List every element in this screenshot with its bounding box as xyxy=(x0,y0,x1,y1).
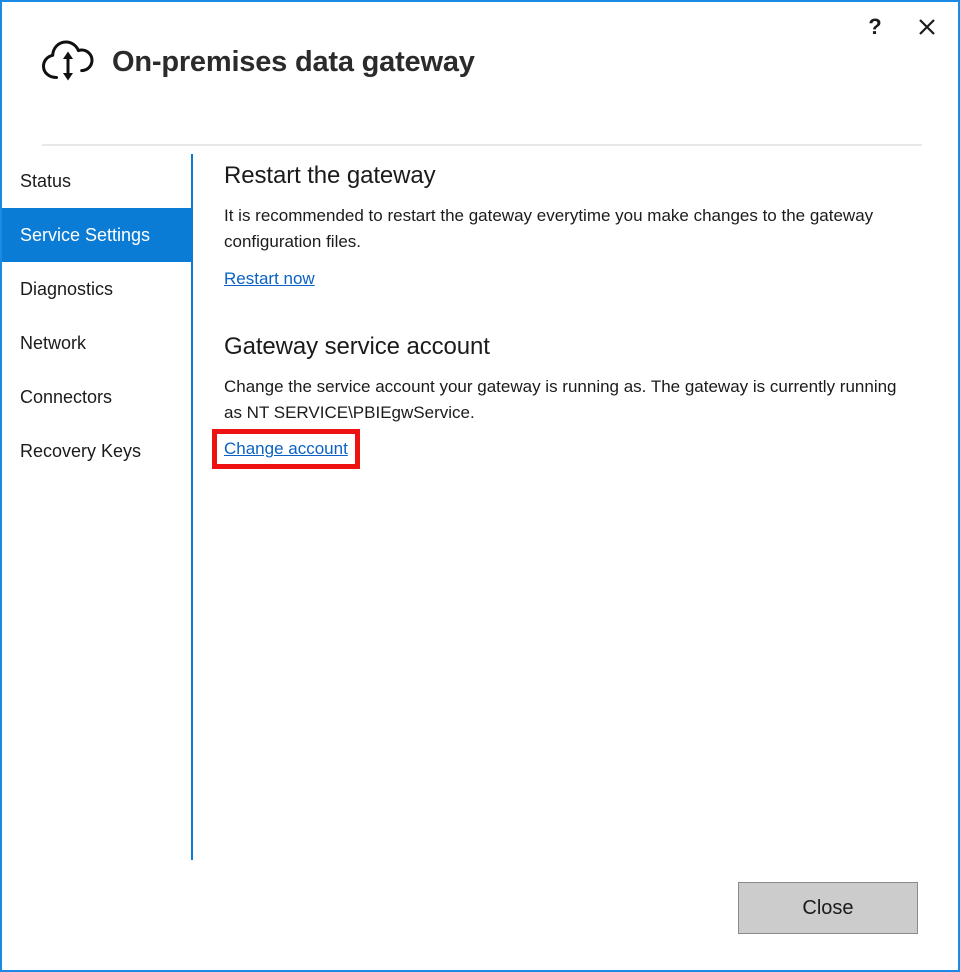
sidebar-navigation: Status Service Settings Diagnostics Netw… xyxy=(2,154,192,478)
sidebar-item-network[interactable]: Network xyxy=(2,316,192,370)
close-x-icon[interactable] xyxy=(910,10,944,44)
restart-now-link[interactable]: Restart now xyxy=(224,269,315,289)
sidebar-item-label: Service Settings xyxy=(20,224,151,245)
sidebar-item-label: Connectors xyxy=(20,386,113,407)
app-branding: On-premises data gateway xyxy=(40,36,475,88)
dialog-footer: Close xyxy=(2,860,958,970)
sidebar-item-label: Recovery Keys xyxy=(20,440,142,461)
cloud-sync-icon xyxy=(42,40,94,81)
title-bar: ? On-premises data gateway xyxy=(2,2,958,114)
sidebar-vertical-rule xyxy=(191,154,193,860)
sidebar-item-recovery-keys[interactable]: Recovery Keys xyxy=(2,424,192,478)
sidebar-item-service-settings[interactable]: Service Settings xyxy=(2,208,192,262)
service-account-heading: Gateway service account xyxy=(224,332,490,360)
sidebar-item-connectors[interactable]: Connectors xyxy=(2,370,192,424)
sidebar-item-label: Diagnostics xyxy=(20,278,114,299)
service-account-description: Change the service account your gateway … xyxy=(224,376,897,423)
header-divider xyxy=(42,144,922,146)
restart-description: It is recommended to restart the gateway… xyxy=(224,206,874,252)
close-x-glyph xyxy=(919,19,935,35)
sidebar-item-label: Status xyxy=(20,170,72,191)
window-controls: ? xyxy=(858,10,944,44)
change-account-highlight-wrapper: Change account xyxy=(212,429,360,470)
gateway-service-account-section: Gateway service account Change the servi… xyxy=(212,332,924,470)
sidebar-item-status[interactable]: Status xyxy=(2,154,192,208)
sidebar-item-diagnostics[interactable]: Diagnostics xyxy=(2,262,192,316)
page-title: On-premises data gateway xyxy=(112,45,475,78)
main-content: Restart the gateway It is recommended to… xyxy=(212,162,924,470)
change-account-link[interactable]: Change account xyxy=(224,439,348,459)
gateway-configuration-window: ? On-premises data gateway Status Servic… xyxy=(0,0,960,972)
restart-heading: Restart the gateway xyxy=(224,162,436,189)
restart-gateway-section: Restart the gateway It is recommended to… xyxy=(224,162,924,289)
sidebar-item-label: Network xyxy=(20,332,87,353)
close-button[interactable]: Close xyxy=(738,882,918,934)
help-question-icon[interactable]: ? xyxy=(858,10,892,44)
